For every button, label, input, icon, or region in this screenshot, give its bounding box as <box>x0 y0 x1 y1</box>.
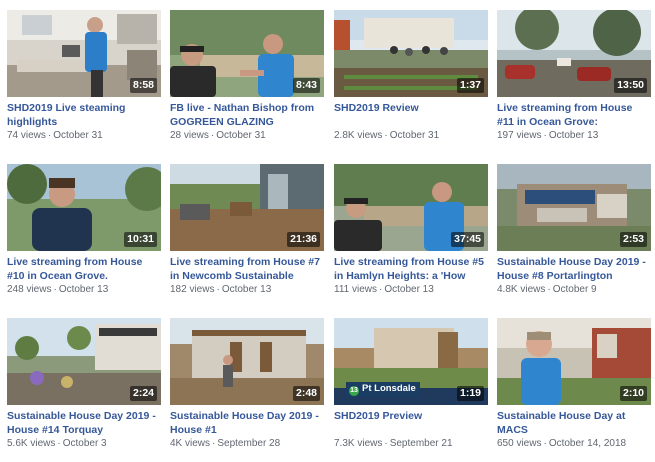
meta-separator: · <box>543 438 547 449</box>
video-duration: 13:50 <box>614 78 647 93</box>
view-count: 4K views <box>170 438 211 449</box>
video-duration: 10:31 <box>124 232 157 247</box>
view-count: 248 views <box>7 284 52 295</box>
video-card[interactable]: 10:31 Live streaming from House #10 in O… <box>7 164 161 304</box>
video-meta: 4K views · September 28 <box>170 437 324 450</box>
video-meta: 182 views · October 13 <box>170 283 324 296</box>
upload-date: September 28 <box>217 438 281 449</box>
view-count: 28 views <box>170 130 209 141</box>
video-card[interactable]: 37:45 Live streaming from House #5 in Ha… <box>334 164 488 304</box>
meta-separator: · <box>543 130 547 141</box>
view-count: 182 views <box>170 284 215 295</box>
video-meta: 650 views · October 14, 2018 <box>497 437 651 450</box>
video-meta: 28 views · October 31 <box>170 129 324 142</box>
view-count: 74 views <box>7 130 46 141</box>
video-title[interactable]: SHD2019 Review <box>334 101 488 129</box>
video-card[interactable]: 2:53 Sustainable House Day 2019 - House … <box>497 164 651 304</box>
upload-date: October 31 <box>53 130 103 141</box>
video-meta: 111 views · October 13 <box>334 283 488 296</box>
video-meta: 74 views · October 31 <box>7 129 161 142</box>
upload-date: October 3 <box>62 438 107 449</box>
video-title[interactable]: SHD2019 Live steaming highlights <box>7 101 161 129</box>
video-thumbnail[interactable]: 13 Pt Lonsdale 1:19 <box>334 318 488 405</box>
upload-date: October 9 <box>552 284 597 295</box>
video-meta: 7.3K views · September 21 <box>334 437 488 450</box>
video-card[interactable]: 21:36 Live streaming from House #7 in Ne… <box>170 164 324 304</box>
upload-date: October 13 <box>548 130 599 141</box>
video-card[interactable]: 1:37 SHD2019 Review 2.8K views · October 3… <box>334 10 488 150</box>
location-overlay-badge: 13 Pt Lonsdale <box>346 382 420 397</box>
video-title[interactable]: Sustainable House Day 2019 - House #14 T… <box>7 409 161 437</box>
upload-date: October 31 <box>216 130 266 141</box>
video-thumbnail[interactable]: 8:43 <box>170 10 324 97</box>
video-thumbnail[interactable]: 1:37 <box>334 10 488 97</box>
meta-separator: · <box>384 438 388 449</box>
video-meta: 248 views · October 13 <box>7 283 161 296</box>
video-thumbnail[interactable]: 8:58 <box>7 10 161 97</box>
video-card[interactable]: 8:58 SHD2019 Live steaming highlights 74… <box>7 10 161 150</box>
video-meta: 197 views · October 13 <box>497 129 651 142</box>
meta-separator: · <box>53 284 57 295</box>
video-title[interactable]: Sustainable House Day 2019 - House #8 Po… <box>497 255 651 283</box>
view-count: 5.6K views <box>7 438 56 449</box>
video-title[interactable]: Sustainable House Day at MACS <box>497 409 651 437</box>
video-title[interactable]: FB live - Nathan Bishop from GOGREEN GLA… <box>170 101 324 129</box>
video-card[interactable]: 2:24 Sustainable House Day 2019 - House … <box>7 318 161 458</box>
video-card[interactable]: 13 Pt Lonsdale 1:19 SHD2019 Preview 7.3K … <box>334 318 488 458</box>
upload-date: October 13 <box>384 284 434 295</box>
video-title[interactable]: Live streaming from House #7 in Newcomb … <box>170 255 324 283</box>
view-count: 111 views <box>334 284 377 295</box>
video-card[interactable]: 2:48 Sustainable House Day 2019 - House … <box>170 318 324 458</box>
video-title[interactable]: SHD2019 Preview <box>334 409 488 437</box>
video-grid: 8:58 SHD2019 Live steaming highlights 74… <box>0 0 655 462</box>
upload-date: October 14, 2018 <box>548 438 627 449</box>
video-thumbnail[interactable]: 10:31 <box>7 164 161 251</box>
video-thumbnail[interactable]: 13:50 <box>497 10 651 97</box>
video-duration: 2:48 <box>292 386 320 401</box>
video-duration: 2:53 <box>619 232 647 247</box>
video-duration: 2:24 <box>129 386 157 401</box>
upload-date: October 31 <box>389 130 440 141</box>
video-meta: 5.6K views · October 3 <box>7 437 161 450</box>
upload-date: October 13 <box>58 284 109 295</box>
view-count: 650 views <box>497 438 542 449</box>
video-thumbnail[interactable]: 37:45 <box>334 164 488 251</box>
upload-date: September 21 <box>389 438 453 449</box>
video-card[interactable]: 8:43 FB live - Nathan Bishop from GOGREE… <box>170 10 324 150</box>
video-thumbnail[interactable]: 2:48 <box>170 318 324 405</box>
video-title[interactable]: Sustainable House Day 2019 - House #1 <box>170 409 324 437</box>
overlay-number-icon: 13 <box>349 386 359 396</box>
video-title[interactable]: Live streaming from House #5 in Hamlyn H… <box>334 255 488 283</box>
video-meta: 4.8K views · October 9 <box>497 283 651 296</box>
view-count: 197 views <box>497 130 542 141</box>
video-duration: 1:19 <box>456 386 484 401</box>
video-title[interactable]: Live streaming from House #10 in Ocean G… <box>7 255 161 283</box>
view-count: 4.8K views <box>497 284 546 295</box>
meta-separator: · <box>216 284 220 295</box>
video-thumbnail[interactable]: 2:24 <box>7 318 161 405</box>
video-duration: 37:45 <box>451 232 484 247</box>
video-duration: 1:37 <box>456 78 484 93</box>
video-meta: 2.8K views · October 31 <box>334 129 488 142</box>
video-duration: 2:10 <box>619 386 647 401</box>
view-count: 7.3K views <box>334 438 383 449</box>
video-duration: 8:58 <box>129 78 157 93</box>
video-thumbnail[interactable]: 2:53 <box>497 164 651 251</box>
video-card[interactable]: 2:10 Sustainable House Day at MACS 650 v… <box>497 318 651 458</box>
video-duration: 21:36 <box>287 232 320 247</box>
video-thumbnail[interactable]: 2:10 <box>497 318 651 405</box>
video-duration: 8:43 <box>292 78 320 93</box>
video-thumbnail[interactable]: 21:36 <box>170 164 324 251</box>
upload-date: October 13 <box>221 284 272 295</box>
location-overlay-text: Pt Lonsdale <box>362 383 416 394</box>
video-card[interactable]: 13:50 Live streaming from House #11 in O… <box>497 10 651 150</box>
view-count: 2.8K views <box>334 130 383 141</box>
meta-separator: · <box>384 130 388 141</box>
meta-separator: · <box>57 438 61 449</box>
video-title[interactable]: Live streaming from House #11 in Ocean G… <box>497 101 651 129</box>
meta-separator: · <box>547 284 551 295</box>
